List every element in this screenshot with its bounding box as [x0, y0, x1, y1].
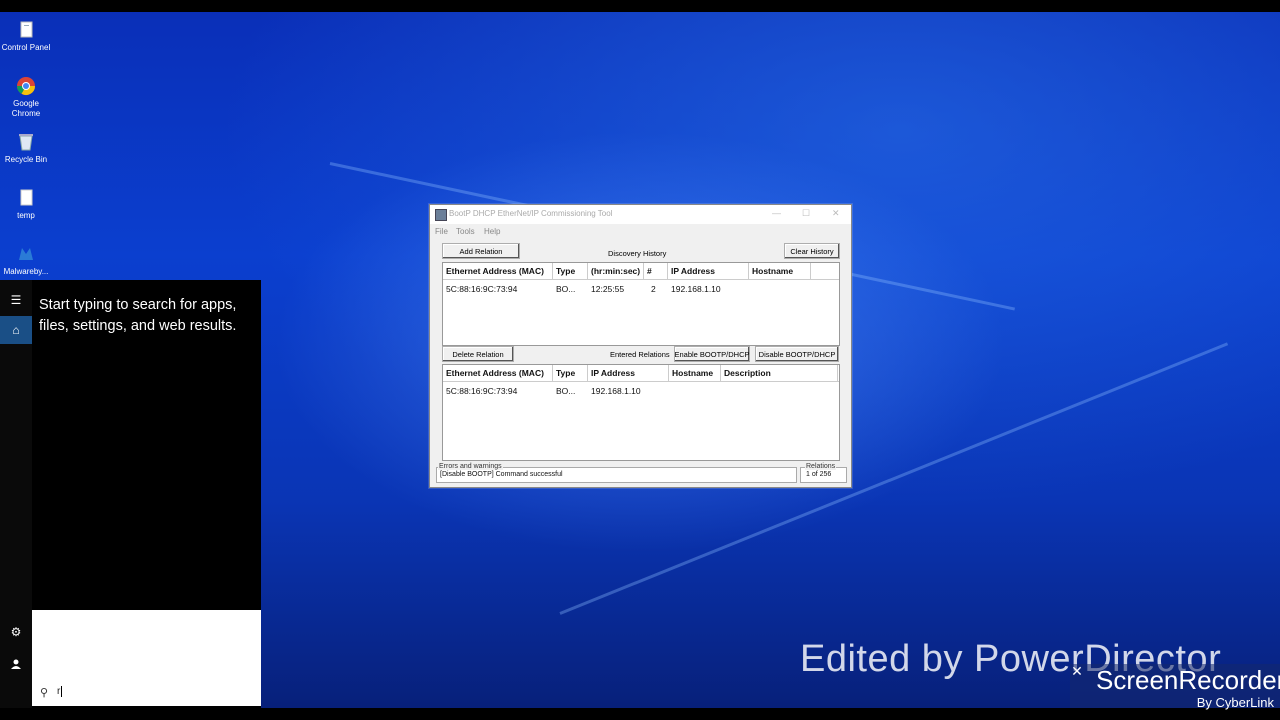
cyberlink-label: By CyberLink [1196, 695, 1274, 710]
control-panel-icon [16, 20, 36, 40]
column-header[interactable]: Ethernet Address (MAC) [443, 263, 553, 279]
malwarebytes-icon [16, 244, 36, 264]
user-icon[interactable] [0, 650, 32, 678]
file-icon [16, 188, 36, 208]
maximize-icon[interactable]: ☐ [802, 208, 810, 219]
column-header[interactable]: IP Address [588, 365, 669, 381]
table-header: Ethernet Address (MAC) Type (hr:min:sec)… [443, 263, 839, 280]
search-input-value[interactable]: r [57, 686, 63, 697]
home-icon[interactable]: ⌂ [0, 316, 32, 344]
desktop-icon-label: Recycle Bin [4, 155, 48, 164]
column-header[interactable]: (hr:min:sec) [588, 263, 644, 279]
app-icon [435, 209, 447, 221]
desktop-icon-control-panel[interactable]: Control Panel [0, 20, 52, 53]
cell-ip: 192.168.1.10 [671, 284, 721, 294]
search-hint: Start typing to search for apps, files, … [39, 297, 237, 334]
bootp-window[interactable]: BootP DHCP EtherNet/IP Commissioning Too… [429, 204, 852, 488]
enable-bootp-button[interactable]: Enable BOOTP/DHCP [674, 346, 750, 362]
gear-icon[interactable]: ⚙ [0, 618, 32, 646]
clear-history-button[interactable]: Clear History [784, 243, 840, 259]
desktop-icon-malwarebytes[interactable]: Malwareby... Threat Sca... [0, 244, 52, 277]
cell-mac: 5C:88:16:9C:73:94 [446, 386, 518, 396]
menu-tools[interactable]: Tools [456, 227, 475, 236]
screenrecorder-watermark: ✕ ScreenRecorder By CyberLink [1070, 664, 1280, 710]
screenrecorder-label: ScreenRecorder [1096, 665, 1280, 695]
column-header[interactable]: # [644, 263, 668, 279]
desktop-icon-chrome[interactable]: Google Chrome [0, 76, 52, 119]
add-relation-button[interactable]: Add Relation [442, 243, 520, 259]
entered-relations-table[interactable]: Ethernet Address (MAC) Type IP Address H… [442, 364, 840, 461]
relations-label: Relations [805, 463, 837, 470]
desktop-icon-label: temp [17, 211, 35, 220]
disable-bootp-button[interactable]: Disable BOOTP/DHCP [755, 346, 839, 362]
column-header[interactable]: Description [721, 365, 838, 381]
desktop-icon-label: Control Panel [1, 43, 51, 52]
column-header[interactable]: Hostname [669, 365, 721, 381]
status-message: [Disable BOOTP] Command successful [440, 471, 563, 478]
menu-help[interactable]: Help [484, 227, 500, 236]
column-header[interactable]: Ethernet Address (MAC) [443, 365, 553, 381]
column-header[interactable]: Type [553, 263, 588, 279]
hamburger-icon[interactable]: ☰ [0, 286, 32, 314]
close-icon[interactable]: ✕ [832, 208, 840, 219]
cell-count: 2 [651, 284, 656, 294]
errors-warnings-label: Errors and warnings [438, 463, 503, 470]
column-header[interactable]: Hostname [749, 263, 811, 279]
discovery-history-table[interactable]: Ethernet Address (MAC) Type (hr:min:sec)… [442, 262, 840, 346]
minimize-icon[interactable]: — [772, 208, 781, 218]
relations-count: 1 of 256 [806, 471, 832, 478]
start-menu: ☰ ⌂ ⚙ Start typing to search for apps, f… [0, 280, 261, 708]
close-icon[interactable]: ✕ [1070, 664, 1084, 678]
desktop-icon-label: Malwareby... Threat Sca... [3, 267, 49, 276]
cell-type: BO... [556, 386, 576, 396]
search-input[interactable]: ⚲ r [32, 610, 261, 706]
title-bar[interactable]: BootP DHCP EtherNet/IP Commissioning Too… [430, 205, 851, 224]
delete-relation-button[interactable]: Delete Relation [442, 346, 514, 362]
column-header[interactable]: Type [553, 365, 588, 381]
window-title: BootP DHCP EtherNet/IP Commissioning Too… [449, 209, 613, 218]
cell-ip: 192.168.1.10 [591, 386, 641, 396]
column-header[interactable]: IP Address [668, 263, 749, 279]
menu-file[interactable]: File [435, 227, 448, 236]
recycle-bin-icon [16, 132, 36, 152]
search-icon: ⚲ [40, 687, 49, 699]
desktop-icon-recycle-bin[interactable]: Recycle Bin [0, 132, 52, 165]
table-header: Ethernet Address (MAC) Type IP Address H… [443, 365, 839, 382]
start-rail: ☰ ⌂ ⚙ [0, 280, 32, 708]
cell-time: 12:25:55 [591, 284, 625, 294]
desktop-icon-temp[interactable]: temp [0, 188, 52, 221]
entered-relations-label: Entered Relations [610, 350, 670, 359]
chrome-icon [16, 76, 36, 96]
desktop-icon-label: Google Chrome [11, 99, 41, 118]
discovery-history-label: Discovery History [608, 249, 667, 258]
cell-type: BO... [556, 284, 576, 294]
cell-mac: 5C:88:16:9C:73:94 [446, 284, 518, 294]
